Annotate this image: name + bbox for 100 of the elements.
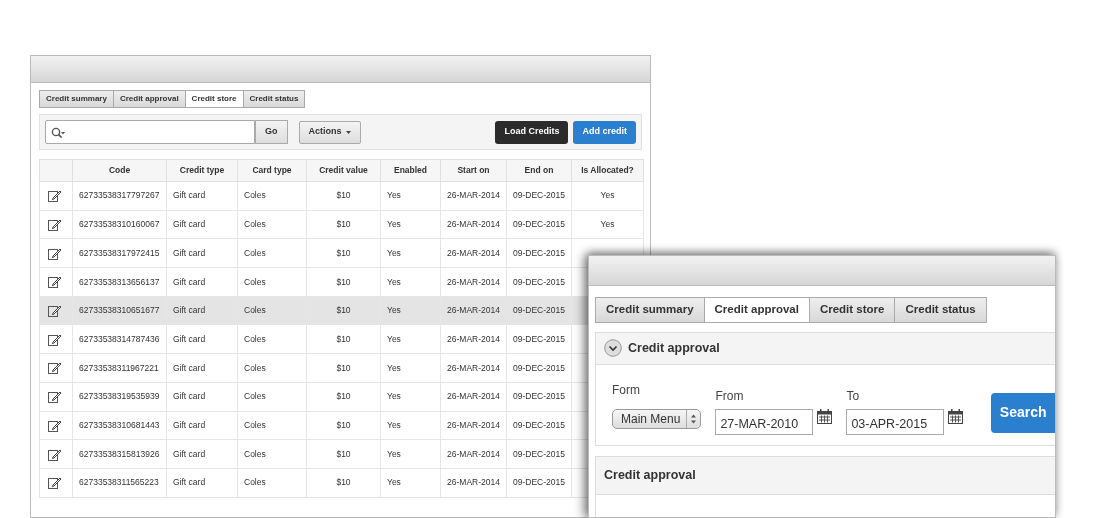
go-button[interactable]: Go — [255, 120, 288, 144]
edit-icon — [48, 447, 61, 461]
row-select-cell[interactable] — [39, 238, 73, 268]
row-select-cell[interactable] — [39, 210, 73, 239]
tab[interactable]: Credit status — [243, 90, 306, 108]
table-cell: 62733538310681443 — [79, 419, 160, 430]
row-select-cell[interactable] — [39, 411, 73, 440]
row-select-cell[interactable] — [39, 324, 73, 354]
search-icon — [51, 126, 65, 138]
column-header[interactable]: Code — [72, 159, 167, 182]
row-select-cell[interactable] — [39, 439, 73, 469]
table-cell: $10 — [336, 333, 351, 344]
row-select-cell[interactable] — [39, 296, 73, 325]
table-cell: 62733538310651677 — [79, 305, 160, 316]
table-cell: 62733538317797267 — [79, 190, 160, 201]
table-cell: 26-MAR-2014 — [447, 276, 500, 287]
table-cell: Gift card — [173, 190, 206, 201]
chevron-icon[interactable] — [604, 339, 622, 357]
table-cell: Yes — [600, 219, 615, 230]
table-cell: $10 — [336, 448, 351, 459]
edit-icon — [48, 246, 61, 260]
table-cell: 09-DEC-2015 — [513, 362, 565, 373]
tab[interactable]: Credit status — [895, 297, 987, 323]
tab[interactable]: Credit store — [809, 297, 896, 323]
tab[interactable]: Credit approval — [113, 90, 186, 108]
table-cell: $10 — [336, 419, 351, 430]
row-select-cell[interactable] — [39, 382, 73, 411]
table-cell: 26-MAR-2014 — [447, 477, 500, 488]
column-header[interactable]: End on — [506, 159, 572, 182]
calendar-icon[interactable] — [817, 408, 833, 424]
field-label: From — [715, 387, 745, 405]
edit-icon — [48, 275, 61, 289]
table-cell: Yes — [387, 477, 401, 488]
search-field[interactable] — [45, 120, 255, 144]
tab[interactable]: Credit summary — [595, 297, 705, 323]
tab[interactable]: Credit summary — [39, 90, 114, 108]
edit-icon — [48, 390, 61, 404]
actions-label: Actions — [308, 125, 342, 139]
table-cell: 26-MAR-2014 — [447, 305, 500, 316]
table-cell: Coles — [244, 477, 266, 488]
field-label: To — [846, 387, 861, 405]
table-cell: Yes — [387, 219, 401, 230]
table-cell: 62733538315813926 — [79, 448, 160, 459]
table-cell: Coles — [244, 219, 266, 230]
table-cell: 09-DEC-2015 — [513, 477, 565, 488]
column-header[interactable]: Card type — [237, 159, 307, 182]
row-select-cell[interactable] — [39, 267, 73, 297]
table-cell: 09-DEC-2015 — [513, 247, 565, 258]
table-cell: 62733538311967221 — [79, 362, 159, 373]
table-cell: Gift card — [173, 419, 206, 430]
column-header[interactable]: Credit type — [166, 159, 238, 182]
table-cell: $10 — [336, 305, 351, 316]
row-select-cell[interactable] — [39, 468, 73, 498]
add-credit-button[interactable]: Add credit — [573, 120, 636, 144]
column-header[interactable]: Start on — [440, 159, 507, 182]
column-header[interactable]: Enabled — [380, 159, 441, 182]
actions-dropdown[interactable]: Actions — [298, 120, 361, 144]
table-cell: Yes — [387, 247, 401, 258]
table-cell: $10 — [336, 219, 351, 230]
tab[interactable]: Credit store — [185, 90, 244, 108]
table-cell: Yes — [387, 362, 401, 373]
search-button[interactable]: Search — [991, 392, 1055, 433]
load-credits-button[interactable]: Load Credits — [495, 120, 569, 144]
column-header[interactable]: Credit value — [306, 159, 381, 182]
table-cell: Gift card — [173, 333, 206, 344]
table-cell: 26-MAR-2014 — [447, 190, 500, 201]
edit-icon — [48, 476, 61, 490]
table-cell: Gift card — [173, 276, 206, 287]
caret-icon — [345, 130, 351, 134]
table-cell: Yes — [387, 419, 401, 430]
date-field[interactable]: 03-APR-2015 — [846, 408, 945, 435]
table-cell: $10 — [336, 247, 351, 258]
table-cell: Yes — [387, 305, 401, 316]
column-header[interactable]: Is Allocated? — [571, 159, 644, 182]
table-cell: 26-MAR-2014 — [447, 333, 500, 344]
tab[interactable]: Credit approval — [704, 297, 810, 323]
form-select[interactable]: Main Menu — [612, 408, 702, 429]
table-cell: $10 — [336, 391, 351, 402]
table-cell: Gift card — [173, 362, 206, 373]
table-cell: Gift card — [173, 305, 206, 316]
table-cell: Yes — [387, 391, 401, 402]
table-cell: Yes — [387, 448, 401, 459]
table-cell: Gift card — [173, 391, 206, 402]
table-cell: 09-DEC-2015 — [513, 305, 565, 316]
calendar-icon[interactable] — [948, 408, 964, 424]
table-cell: Coles — [244, 333, 266, 344]
table-cell: 09-DEC-2015 — [513, 448, 565, 459]
table-cell: Coles — [244, 362, 266, 373]
table-cell: Gift card — [173, 477, 206, 488]
table-cell: 26-MAR-2014 — [447, 362, 500, 373]
edit-icon — [48, 332, 61, 346]
edit-icon — [48, 218, 61, 232]
date-field[interactable]: 27-MAR-2010 — [715, 408, 814, 435]
table-cell: Yes — [600, 190, 615, 201]
table-cell: Gift card — [173, 219, 206, 230]
table-cell: 62733538314787436 — [79, 333, 160, 344]
row-select-cell[interactable] — [39, 181, 73, 211]
table-cell: Coles — [244, 419, 266, 430]
table-cell: 09-DEC-2015 — [513, 190, 565, 201]
row-select-cell[interactable] — [39, 353, 73, 383]
